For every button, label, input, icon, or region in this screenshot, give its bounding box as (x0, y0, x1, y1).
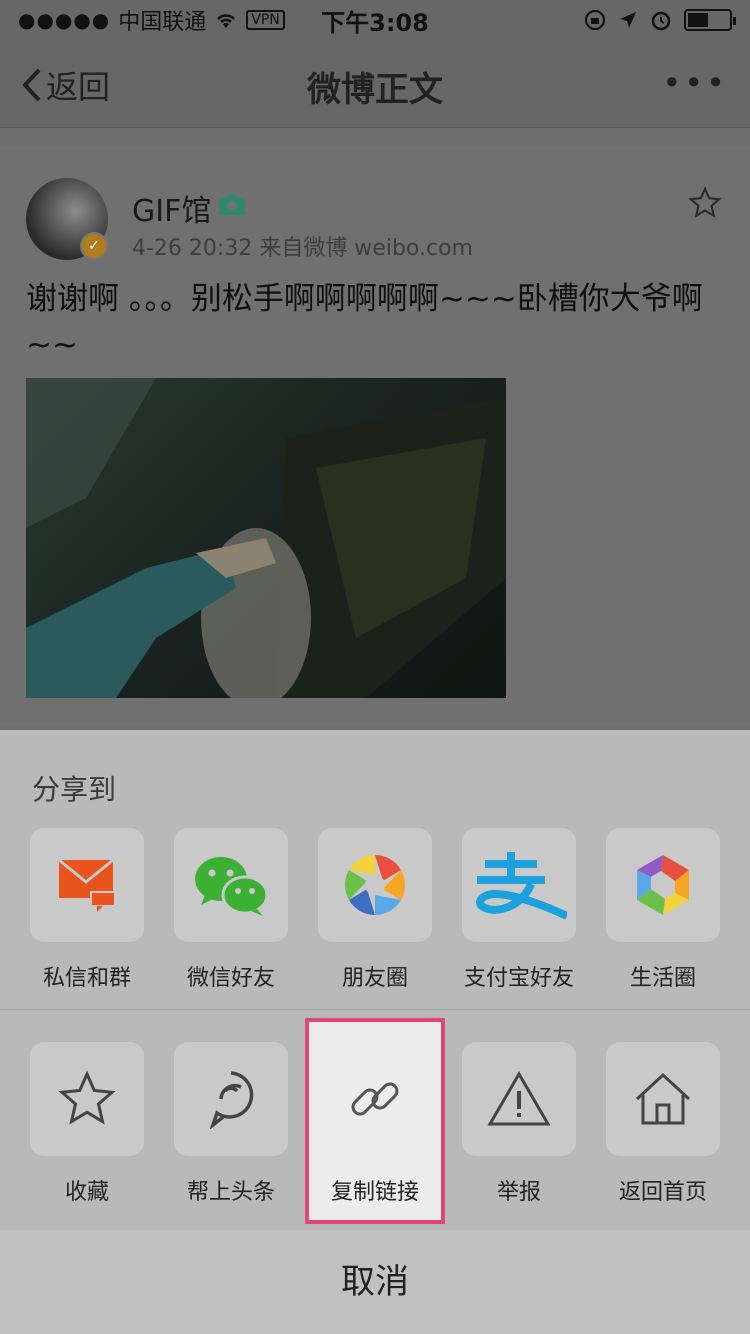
share-item-label: 生活圈 (629, 966, 696, 991)
username[interactable]: GIF馆 (132, 186, 211, 230)
cancel-button[interactable]: 取消 (0, 1230, 750, 1334)
home-icon (635, 1072, 691, 1125)
share-sheet-title: 分享到 (32, 773, 117, 806)
vpn-badge: VPN (246, 10, 285, 30)
post-card: ✓ GIF馆 4-26 20:32 来自微博 weibo.com 谢谢啊 。。。… (0, 146, 750, 726)
share-alipay-friend[interactable]: 支付宝好友 (447, 828, 591, 992)
image-content (26, 378, 506, 698)
share-moments[interactable]: 朋友圈 (303, 828, 447, 992)
back-home-button[interactable]: 返回首页 (591, 1042, 735, 1206)
action-label: 返回首页 (618, 1180, 707, 1205)
location-icon (620, 12, 636, 28)
share-item-label: 微信好友 (186, 966, 275, 991)
share-item-label: 支付宝好友 (463, 966, 574, 991)
share-private-message[interactable]: 私信和群 (15, 828, 159, 992)
post-meta: 4-26 20:32 来自微博 weibo.com (132, 236, 473, 261)
report-button[interactable]: 举报 (447, 1042, 591, 1206)
divider (0, 1009, 750, 1010)
link-icon (351, 1082, 399, 1116)
battery-icon (684, 9, 736, 31)
life-circle-icon (637, 855, 689, 915)
favorite-button[interactable]: 收藏 (15, 1042, 159, 1206)
wechat-icon (195, 857, 269, 916)
camera-icon (219, 195, 245, 215)
favorite-star-icon[interactable] (688, 186, 722, 220)
share-item-label: 朋友圈 (341, 966, 408, 991)
star-icon (58, 1070, 116, 1125)
action-label: 举报 (496, 1180, 541, 1205)
action-label: 收藏 (64, 1180, 109, 1205)
alarm-icon (651, 11, 671, 31)
copy-link-button[interactable]: 复制链接 (303, 1042, 447, 1206)
action-label: 复制链接 (330, 1180, 419, 1205)
page-title: 微博正文 (307, 70, 443, 110)
share-life-circle[interactable]: 生活圈 (591, 828, 735, 992)
more-menu-button[interactable]: ••• (662, 64, 728, 102)
share-sheet: 分享到 私信和群 微信好友 朋友圈 支付宝好友 生活圈 收藏 帮上头条 复制链接… (0, 730, 750, 1230)
share-wechat-friend[interactable]: 微信好友 (159, 828, 303, 992)
action-label: 帮上头条 (186, 1180, 275, 1205)
share-item-label: 私信和群 (42, 966, 131, 991)
signal-strength: ●●●●● (18, 8, 111, 32)
carrier-name: 中国联通 (118, 10, 207, 35)
nav-bar: 返回 微博正文 ••• (0, 40, 750, 128)
envelope-icon (58, 858, 116, 912)
alipay-icon (476, 852, 567, 920)
post-image[interactable] (26, 378, 506, 698)
rotation-lock-icon (585, 10, 605, 30)
warning-icon (487, 1071, 551, 1126)
wifi-icon (217, 14, 236, 28)
status-bar: ●●●●● 中国联通 VPN 下午3:08 (0, 0, 750, 40)
post-text: 谢谢啊 。。。别松手啊啊啊啊啊~~~卧槽你大爷啊~~ (26, 281, 703, 363)
verified-badge-icon: ✓ (80, 232, 108, 260)
headline-button[interactable]: 帮上头条 (159, 1042, 303, 1206)
headline-icon (209, 1071, 254, 1129)
moments-icon (344, 855, 406, 915)
